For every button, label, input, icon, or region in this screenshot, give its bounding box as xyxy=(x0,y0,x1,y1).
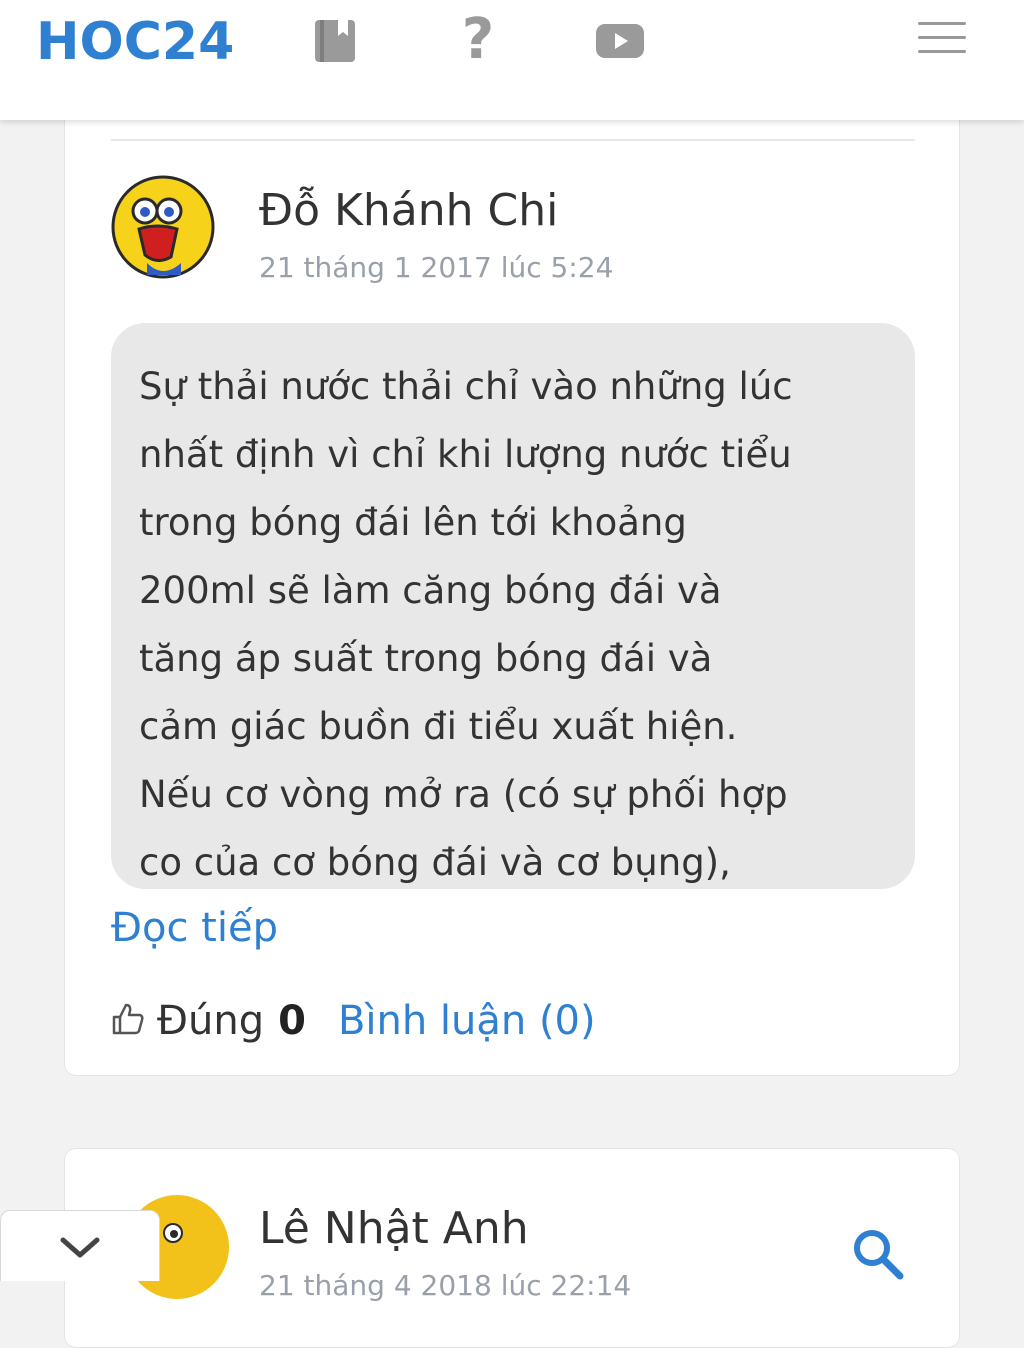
question-icon[interactable]: ? xyxy=(460,7,496,72)
read-more-link[interactable]: Đọc tiếp xyxy=(111,905,278,951)
post-timestamp: 21 tháng 1 2017 lúc 5:24 xyxy=(259,251,614,284)
answer-text: Sự thải nước thải chỉ vào những lúc nhất… xyxy=(139,365,793,884)
divider xyxy=(111,139,915,141)
search-icon[interactable] xyxy=(851,1227,905,1285)
answer-actions: Đúng 0 Bình luận (0) xyxy=(111,995,596,1047)
comment-link[interactable]: Bình luận (0) xyxy=(338,998,596,1044)
avatar[interactable] xyxy=(111,175,215,279)
answer-card: Lê Nhật Anh 21 tháng 4 2018 lúc 22:14 xyxy=(64,1148,960,1348)
svg-text:?: ? xyxy=(462,10,494,68)
collapse-panel-button[interactable] xyxy=(0,1210,160,1281)
menu-icon[interactable] xyxy=(918,22,966,58)
video-play-icon[interactable] xyxy=(596,24,644,62)
like-count: 0 xyxy=(278,998,306,1044)
post-timestamp: 21 tháng 4 2018 lúc 22:14 xyxy=(259,1269,632,1302)
thumbs-up-icon[interactable] xyxy=(111,1002,145,1040)
book-icon[interactable] xyxy=(314,18,356,68)
chevron-down-icon xyxy=(59,1235,101,1265)
site-logo[interactable]: HOC24 xyxy=(36,12,234,72)
answer-bubble: Sự thải nước thải chỉ vào những lúc nhất… xyxy=(111,323,915,889)
like-button[interactable]: Đúng xyxy=(157,998,264,1044)
author-name[interactable]: Lê Nhật Anh xyxy=(259,1203,529,1254)
top-navbar: HOC24 ? xyxy=(0,0,1024,120)
author-name[interactable]: Đỗ Khánh Chi xyxy=(259,185,558,236)
answer-card: Đỗ Khánh Chi 21 tháng 1 2017 lúc 5:24 Sự… xyxy=(64,96,960,1076)
